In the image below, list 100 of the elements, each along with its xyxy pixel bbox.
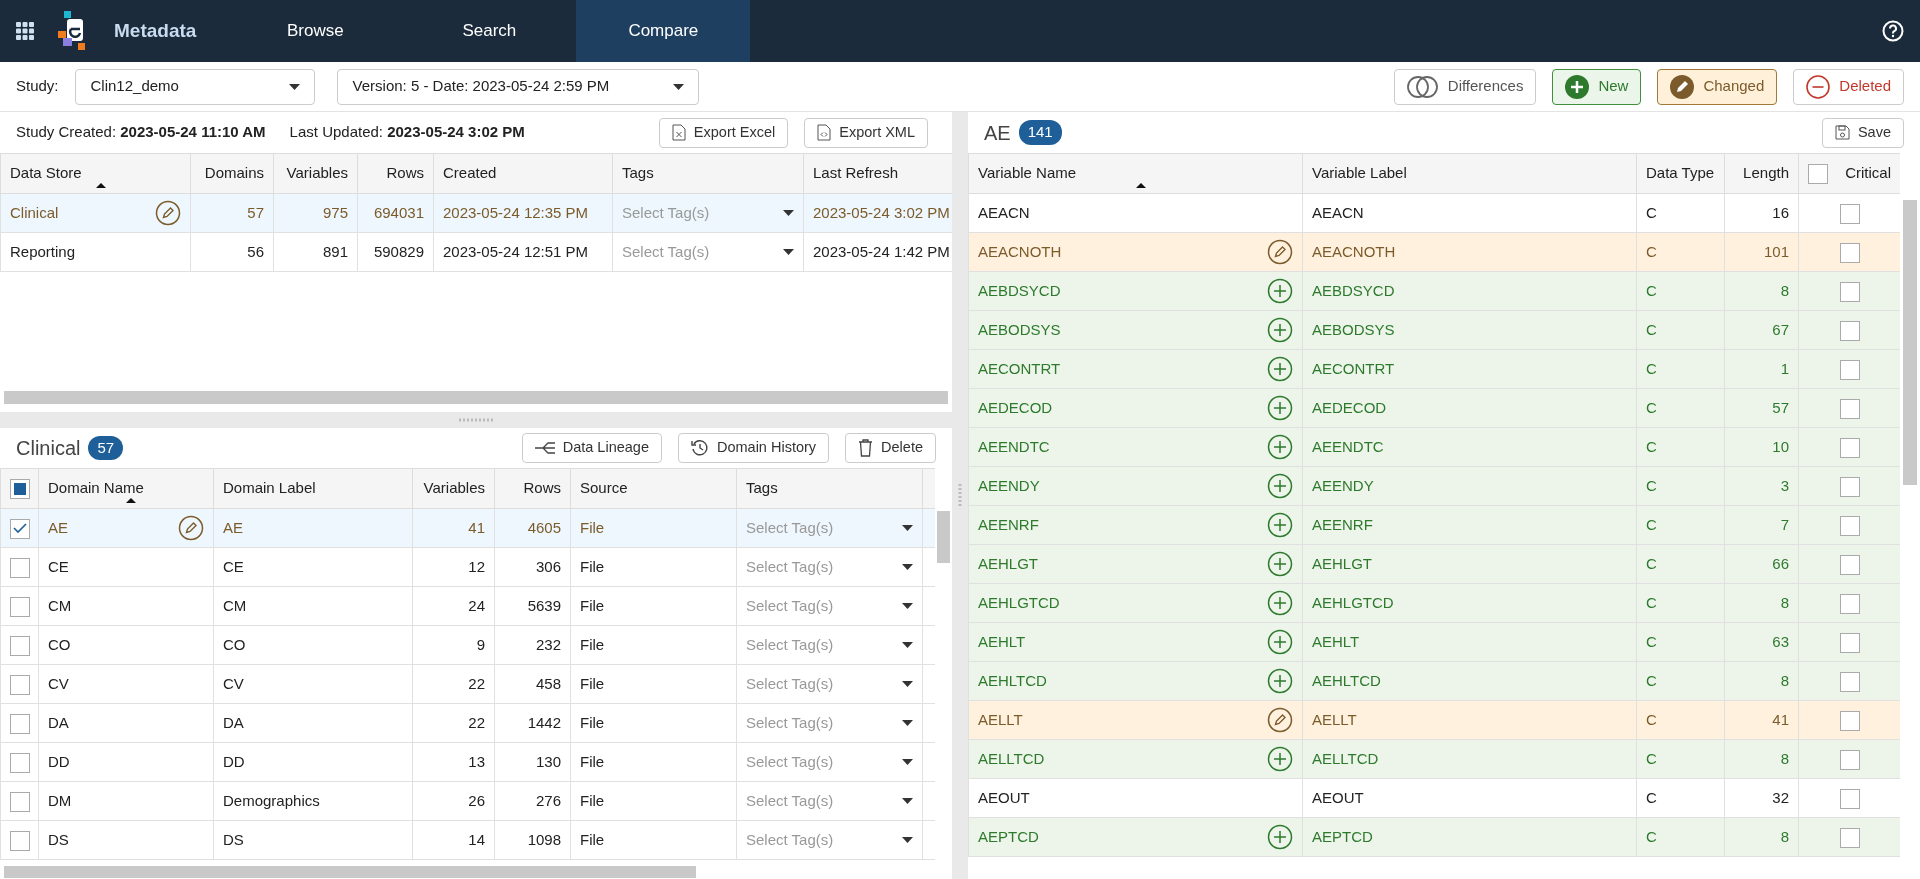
checkbox[interactable] (1839, 632, 1860, 653)
column-header[interactable]: Last Refresh (803, 153, 952, 194)
checkbox[interactable] (1839, 749, 1860, 770)
column-header[interactable]: Created (433, 153, 613, 194)
table-cell: C (1636, 661, 1725, 701)
table-row[interactable]: CV CV 22 458 File Select Tag(s) (0, 664, 935, 704)
apps-menu-icon[interactable] (16, 22, 34, 40)
table-row[interactable]: AE AE 41 4605 File Select Tag(s) (0, 508, 935, 548)
export-button[interactable]: Export Excel (658, 117, 789, 148)
table-row[interactable]: DS DS 14 1098 File Select Tag(s) (0, 820, 935, 860)
checkbox[interactable] (1839, 671, 1860, 692)
table-row[interactable]: CM CM 24 5639 File Select Tag(s) (0, 586, 935, 626)
table-row[interactable]: DD DD 13 130 File Select Tag(s) (0, 742, 935, 782)
horizontal-scrollbar[interactable] (4, 866, 696, 878)
checkbox[interactable] (1839, 398, 1860, 419)
table-cell: File (570, 586, 737, 626)
column-header[interactable]: Rows (494, 468, 571, 509)
caret-icon (902, 564, 913, 570)
table-cell: C (1636, 388, 1725, 428)
filter-button[interactable]: Differences (1393, 68, 1537, 105)
table-cell: DA (213, 703, 413, 743)
study-select[interactable]: Clin12_demo (74, 68, 315, 105)
table-cell: 57 (190, 193, 274, 233)
nav-tab[interactable]: Browse (228, 0, 403, 62)
table-cell: File (570, 664, 737, 704)
help-icon[interactable] (1882, 20, 1904, 42)
table-row[interactable]: CE CE 12 306 File Select Tag(s) (0, 547, 935, 587)
checkbox[interactable] (1839, 242, 1860, 263)
column-header[interactable]: Variable Label (1302, 153, 1637, 194)
save-button[interactable]: Save (1821, 117, 1904, 148)
checkbox[interactable] (1839, 437, 1860, 458)
column-header[interactable]: Rows (357, 153, 434, 194)
checkbox[interactable] (10, 557, 30, 578)
checkbox[interactable] (1808, 163, 1828, 184)
created-text: Study Created: 2023-05-24 11:10 AM (16, 122, 266, 143)
checkbox[interactable] (1839, 281, 1860, 302)
column-header[interactable]: Tags (612, 153, 804, 194)
column-header[interactable]: Length (1724, 153, 1799, 194)
column-header[interactable]: Variables (273, 153, 358, 194)
checkbox[interactable] (1839, 203, 1860, 224)
nav-tab[interactable]: Compare (576, 0, 751, 62)
checkbox[interactable] (1839, 593, 1860, 614)
plus-icon (1267, 356, 1293, 382)
table-cell: C (1636, 427, 1725, 467)
table-cell: CE (213, 547, 413, 587)
nav-tab[interactable]: Search (402, 0, 577, 62)
column-header[interactable]: Domains (190, 153, 274, 194)
toolbar-button[interactable]: Domain History (677, 433, 830, 463)
splitter-handle-icon[interactable] (958, 483, 962, 508)
column-header[interactable]: Variable Name (968, 153, 1303, 194)
horizontal-scrollbar[interactable] (4, 391, 948, 404)
plus-icon (1267, 317, 1293, 343)
minus-icon (1806, 74, 1831, 99)
export-button[interactable]: Export XML (804, 117, 928, 148)
toolbar-button[interactable]: Data Lineage (521, 433, 662, 463)
checkbox[interactable] (1839, 359, 1860, 380)
table-cell: C (1636, 232, 1725, 272)
checkbox[interactable] (1839, 788, 1860, 809)
checkbox[interactable] (10, 713, 30, 734)
checkbox[interactable] (10, 830, 30, 851)
checkbox[interactable] (10, 518, 30, 539)
table-cell: AEHLT (1302, 622, 1637, 662)
splitter-handle-icon[interactable] (459, 418, 493, 422)
version-select[interactable]: Version: 5 - Date: 2023-05-24 2:59 PM (336, 68, 699, 105)
checkbox[interactable] (1839, 710, 1860, 731)
checkbox[interactable] (1839, 515, 1860, 536)
column-header[interactable]: Domain Name (38, 468, 214, 509)
column-header[interactable]: Tags (736, 468, 923, 509)
table-row[interactable]: DA DA 22 1442 File Select Tag(s) (0, 703, 935, 743)
table-cell-text: Clinical (10, 202, 59, 223)
table-row[interactable]: Clinical 57 975 694031 2023-05-24 12:35 PM Select Tag(s) 2023-05-24 3:02 PM (0, 193, 952, 233)
filter-button[interactable]: Deleted (1793, 68, 1904, 105)
pencil-icon (178, 515, 204, 541)
checkbox[interactable] (10, 752, 30, 773)
table-row[interactable]: Reporting 56 891 590829 2023-05-24 12:51 PM Select Tag(s) 2023-05-24 1:42 PM (0, 232, 952, 272)
table-cell: File (570, 781, 737, 821)
toolbar-button[interactable]: Delete (845, 433, 936, 463)
filter-button[interactable]: Changed (1657, 68, 1778, 105)
checkbox[interactable] (1839, 320, 1860, 341)
checkbox[interactable] (10, 479, 30, 500)
table-cell: 41 (412, 508, 495, 548)
column-header[interactable]: Variables (412, 468, 495, 509)
column-header[interactable]: Source (570, 468, 737, 509)
table-row[interactable]: CO CO 9 232 File Select Tag(s) (0, 625, 935, 665)
study-label: Study: (16, 76, 59, 97)
vertical-scrollbar[interactable] (1903, 200, 1917, 485)
column-header[interactable]: Data Type (1636, 153, 1725, 194)
checkbox[interactable] (1839, 827, 1860, 848)
table-row[interactable]: DM Demographics 26 276 File Select Tag(s) (0, 781, 935, 821)
checkbox[interactable] (1839, 476, 1860, 497)
checkbox[interactable] (10, 596, 30, 617)
vertical-scrollbar[interactable] (937, 511, 950, 563)
checkbox[interactable] (10, 674, 30, 695)
filter-button[interactable]: New (1552, 68, 1642, 105)
column-header[interactable]: Data Store (0, 153, 191, 194)
checkbox[interactable] (10, 791, 30, 812)
plus-icon (1267, 746, 1293, 772)
checkbox[interactable] (1839, 554, 1860, 575)
checkbox[interactable] (10, 635, 30, 656)
column-header[interactable]: Domain Label (213, 468, 413, 509)
